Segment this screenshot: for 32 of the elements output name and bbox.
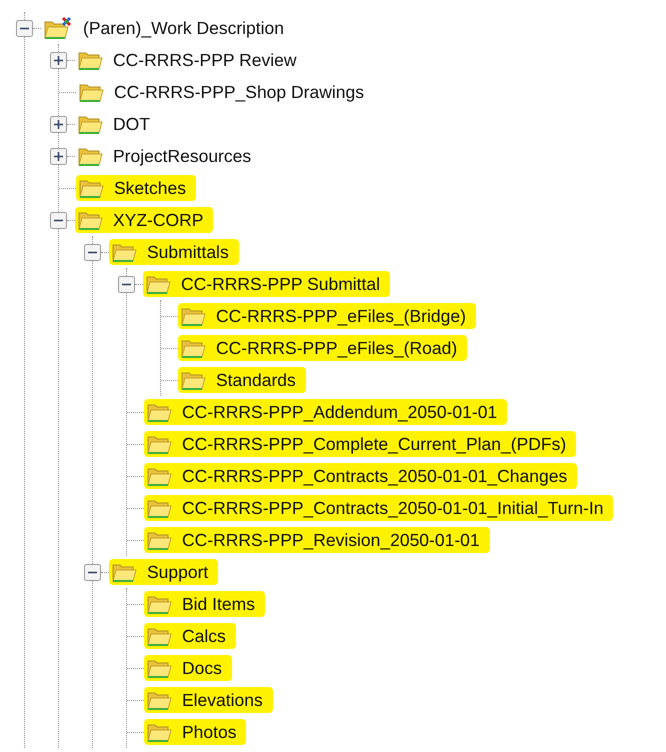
tree-item-label[interactable]: Support [147, 561, 208, 583]
tree-item-label[interactable]: CC-RRRS-PPP_Revision_2050-01-01 [182, 529, 480, 551]
collapse-toggle[interactable] [84, 244, 101, 260]
collapse-toggle[interactable] [84, 564, 101, 580]
tree-item-label[interactable]: Elevations [182, 689, 263, 711]
collapse-toggle[interactable] [50, 212, 67, 228]
tree-item-label[interactable]: CC-RRRS-PPP_Contracts_2050-01-01_Initial_Turn-In [182, 497, 604, 519]
expand-toggle[interactable] [50, 148, 67, 164]
tree-item-label[interactable]: CC-RRRS-PPP Review [113, 49, 296, 71]
tree-item-label[interactable]: Sketches [114, 177, 186, 199]
tree-item-label[interactable]: Calcs [182, 625, 226, 647]
tree-item-label[interactable]: DOT [113, 113, 150, 135]
collapse-toggle[interactable] [16, 20, 33, 36]
tree-item-label[interactable]: CC-RRRS-PPP_Complete_Current_Plan_(PDFs) [182, 433, 566, 455]
tree-item-label[interactable]: CC-RRRS-PPP_Addendum_2050-01-01 [182, 401, 498, 423]
tree-item-label[interactable]: Bid Items [182, 593, 255, 615]
tree-item-label[interactable]: CC-RRRS-PPP Submittal [181, 273, 380, 295]
tree-item-label[interactable]: CC-RRRS-PPP_eFiles_(Bridge) [216, 305, 466, 327]
tree-item-label[interactable]: XYZ-CORP [113, 209, 204, 231]
tree-item-label[interactable]: CC-RRRS-PPP_Shop Drawings [114, 81, 364, 103]
tree-item-label[interactable]: Docs [182, 657, 222, 679]
expand-toggle[interactable] [50, 116, 67, 132]
tree-item-label[interactable]: CC-RRRS-PPP_Contracts_2050-01-01_Changes [182, 465, 568, 487]
expand-toggle[interactable] [50, 52, 67, 68]
tree-item-label[interactable]: (Paren)_Work Description [83, 17, 284, 39]
collapse-toggle[interactable] [118, 276, 135, 292]
tree-item-label[interactable]: CC-RRRS-PPP_eFiles_(Road) [216, 337, 458, 359]
project-folder-icon [43, 16, 73, 40]
tree-item-label[interactable]: Photos [182, 721, 236, 743]
tree-item-label[interactable]: Standards [216, 369, 296, 391]
tree-item-label[interactable]: ProjectResources [113, 145, 252, 167]
tree-item-label[interactable]: Submittals [147, 241, 229, 263]
